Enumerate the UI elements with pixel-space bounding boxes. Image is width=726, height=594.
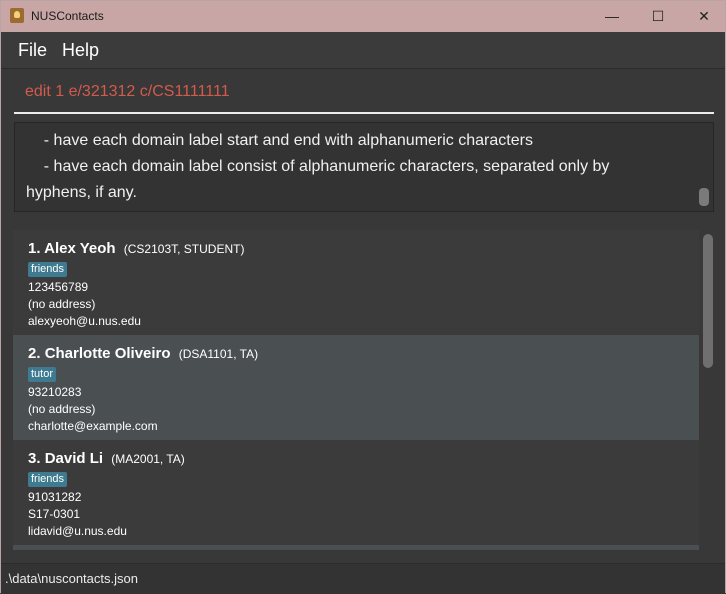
close-button[interactable]: ✕ (681, 1, 726, 32)
status-bar: .\data\nuscontacts.json (1, 563, 725, 594)
person-title: 2. Charlotte Oliveiro (DSA1101, TA) (28, 345, 258, 362)
person-phone: 123456789 (28, 280, 89, 294)
window-title: NUSContacts (31, 9, 104, 23)
person-address: (no address) (28, 402, 96, 416)
person-card-partial[interactable] (13, 545, 699, 550)
app-window: NUSContacts — ☐ ✕ File Help edit 1 e/321… (0, 0, 726, 594)
person-name: David Li (44, 450, 104, 467)
app-icon (10, 8, 24, 23)
menu-file[interactable]: File (18, 40, 47, 61)
person-card[interactable]: 2. Charlotte Oliveiro (DSA1101, TA) tuto… (13, 335, 699, 440)
person-email: alexyeoh@u.nus.edu (28, 314, 141, 328)
person-phone: 93210283 (28, 385, 82, 399)
person-address: (no address) (28, 297, 96, 311)
person-meta: (DSA1101, TA) (178, 347, 259, 361)
person-address: S17-0301 (28, 507, 81, 521)
person-index: 2. (28, 345, 41, 362)
person-index: 1. (28, 240, 41, 257)
list-scrollbar[interactable] (703, 234, 713, 368)
command-box[interactable]: edit 1 e/321312 c/CS1111111 (14, 71, 714, 114)
person-card[interactable]: 1. Alex Yeoh (CS2103T, STUDENT) friends … (13, 230, 699, 335)
person-tag: friends (28, 472, 68, 487)
person-meta: (CS2103T, STUDENT) (123, 242, 245, 256)
person-meta: (MA2001, TA) (111, 452, 185, 466)
status-file-path: .\data\nuscontacts.json (5, 571, 138, 586)
person-title: 1. Alex Yeoh (CS2103T, STUDENT) (28, 240, 244, 257)
person-title: 3. David Li (MA2001, TA) (28, 450, 185, 467)
result-display: - have each domain label start and end w… (14, 122, 714, 212)
title-bar: NUSContacts — ☐ ✕ (1, 1, 725, 32)
person-name: Alex Yeoh (44, 240, 116, 257)
person-card[interactable]: 3. David Li (MA2001, TA) friends 9103128… (13, 440, 699, 545)
person-name: Charlotte Oliveiro (44, 345, 171, 362)
person-tag: friends (28, 262, 68, 277)
result-line: hyphens, if any. (26, 184, 137, 201)
result-scrollbar[interactable] (699, 188, 709, 206)
result-line: - have each domain label start and end w… (26, 132, 533, 149)
command-input-text[interactable]: edit 1 e/321312 c/CS1111111 (25, 83, 230, 101)
person-tag: tutor (28, 367, 57, 382)
person-phone: 91031282 (28, 490, 82, 504)
menu-bar: File Help (1, 32, 725, 69)
menu-help[interactable]: Help (62, 40, 99, 61)
minimize-button[interactable]: — (589, 1, 635, 32)
person-index: 3. (28, 450, 41, 467)
person-email: charlotte@example.com (28, 419, 158, 433)
maximize-button[interactable]: ☐ (635, 1, 681, 32)
result-line: - have each domain label consist of alph… (26, 158, 610, 175)
person-email: lidavid@u.nus.edu (28, 524, 127, 538)
person-list: 1. Alex Yeoh (CS2103T, STUDENT) friends … (13, 230, 699, 550)
